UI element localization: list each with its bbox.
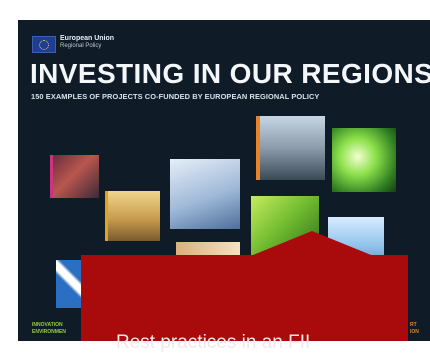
theme-label-innovation: INNOVATION bbox=[32, 322, 63, 328]
people-photo bbox=[50, 155, 99, 198]
green-light-photo bbox=[332, 128, 396, 192]
org-name: European Union bbox=[60, 35, 115, 42]
red-callout-box bbox=[81, 255, 408, 341]
theme-label-environment: ENVIRONMEN bbox=[32, 329, 66, 335]
theme-label-right-2: ION bbox=[410, 329, 419, 335]
org-department: Regional Policy bbox=[60, 43, 102, 49]
theme-label-right-1: RT bbox=[410, 322, 417, 328]
cover-subtitle: 150 EXAMPLES OF PROJECTS CO-FUNDED BY EU… bbox=[31, 92, 320, 101]
callout-caption: Rest practices in an FII bbox=[116, 332, 311, 353]
handshake-photo bbox=[170, 159, 240, 229]
tram-photo bbox=[256, 116, 325, 180]
eu-flag-icon bbox=[32, 36, 56, 53]
callout-notch bbox=[248, 231, 376, 257]
street-photo bbox=[105, 191, 160, 241]
cover-title: INVESTING IN OUR REGIONS bbox=[30, 58, 430, 89]
